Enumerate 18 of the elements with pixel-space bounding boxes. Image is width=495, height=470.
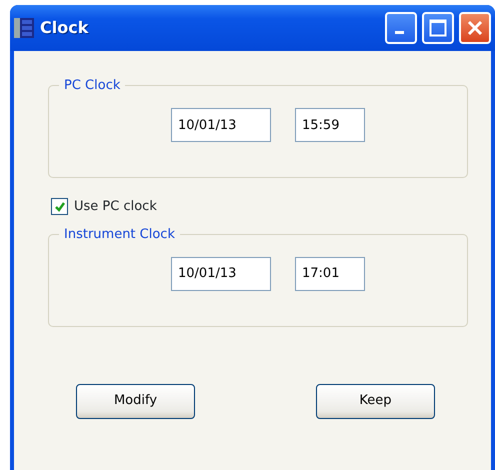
time-field[interactable]: 15:59 — [295, 108, 365, 142]
group-title: Instrument Clock — [63, 228, 176, 240]
minimize-icon — [394, 31, 404, 34]
close-button[interactable] — [459, 12, 491, 44]
group-title: PC Clock — [63, 79, 122, 92]
dialog-button[interactable]: Modify — [76, 384, 195, 418]
close-icon — [467, 20, 483, 36]
minimize-button[interactable] — [385, 12, 417, 44]
window-title: Clock — [40, 17, 88, 39]
date-field[interactable]: 10/01/13 — [171, 108, 271, 142]
maximize-button[interactable] — [422, 12, 454, 44]
app-icon — [14, 18, 34, 38]
checkbox-label: Use PC clock — [74, 198, 157, 216]
date-field[interactable]: 10/01/13 — [171, 256, 271, 290]
checkbox[interactable] — [51, 198, 68, 216]
maximize-icon — [429, 19, 447, 37]
time-field[interactable]: 17:01 — [295, 256, 365, 290]
dialog-button[interactable]: Keep — [316, 384, 435, 418]
